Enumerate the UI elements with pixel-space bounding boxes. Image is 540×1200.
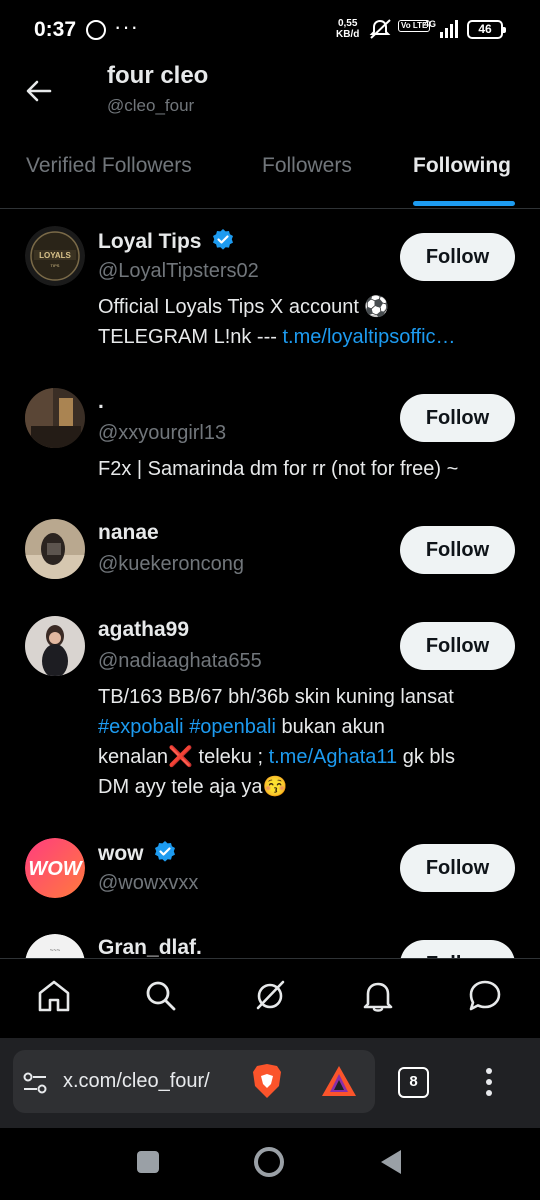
profile-handle: @cleo_four xyxy=(107,96,195,115)
more-notifications-icon: ··· xyxy=(114,14,139,39)
user-name: agatha99 xyxy=(98,618,190,641)
messages-icon[interactable] xyxy=(467,978,503,1014)
avatar[interactable] xyxy=(25,388,85,448)
tab-switcher-button[interactable]: 8 xyxy=(398,1067,429,1098)
back-arrow-icon[interactable] xyxy=(24,76,54,106)
verified-badge-icon xyxy=(213,229,234,250)
mute-icon xyxy=(369,19,391,39)
avatar[interactable] xyxy=(25,519,85,579)
status-time: 0:37 xyxy=(34,18,77,41)
battery-indicator: 46 xyxy=(467,20,506,39)
list-item[interactable]: LOYALS TIPS Loyal Tips @LoyalTipsters02 … xyxy=(0,210,540,370)
svg-text:LOYALS: LOYALS xyxy=(39,251,71,260)
home-button[interactable] xyxy=(254,1147,284,1177)
user-handle[interactable]: @nadiaaghata655 xyxy=(98,650,262,673)
list-item[interactable]: agatha99 @nadiaaghata655 Follow TB/163 B… xyxy=(0,602,540,822)
bio-link[interactable]: t.me/loyaltipsoffic… xyxy=(282,326,455,348)
status-bar: 0:37 ··· 0,55 KB/d Vo LTE 4G 46 xyxy=(0,0,540,58)
recents-button[interactable] xyxy=(137,1151,159,1173)
home-icon[interactable] xyxy=(36,978,72,1014)
list-item[interactable]: . @xxyourgirl13 Follow F2x | Samarinda d… xyxy=(0,372,540,502)
tab-followers[interactable]: Followers xyxy=(262,154,352,178)
back-button[interactable] xyxy=(379,1148,403,1176)
user-bio: TB/163 BB/67 bh/36b skin kuning lansat #… xyxy=(98,686,455,798)
divider xyxy=(0,208,540,209)
svg-text:WOW: WOW xyxy=(28,858,83,880)
hashtag-link[interactable]: #openbali xyxy=(189,716,276,738)
user-handle[interactable]: @xxyourgirl13 xyxy=(98,422,226,445)
profile-name: four cleo xyxy=(107,62,209,89)
url-text[interactable]: x.com/cleo_four/ xyxy=(63,1070,210,1093)
hashtag-link[interactable]: #expobali xyxy=(98,716,184,738)
user-handle[interactable]: @kuekeroncong xyxy=(98,553,244,576)
notifications-bell-icon[interactable] xyxy=(360,978,396,1014)
user-bio: Official Loyals Tips X account ⚽ TELEGRA… xyxy=(98,296,456,348)
net-speed: 0,55 KB/d xyxy=(336,18,360,40)
tab-following[interactable]: Following xyxy=(413,154,511,178)
follow-button[interactable]: Follow xyxy=(400,622,515,670)
follow-button[interactable]: Follow xyxy=(400,233,515,281)
list-item[interactable]: nanae @kuekeroncong Follow xyxy=(0,504,540,604)
follow-button[interactable]: Follow xyxy=(400,844,515,892)
follow-button[interactable]: Follow xyxy=(400,940,515,958)
avatar[interactable]: ~~~ xyxy=(25,934,85,958)
user-handle[interactable]: @LoyalTipsters02 xyxy=(98,260,259,283)
list-item[interactable]: WOW wow @wowxvxx Follow xyxy=(0,822,540,922)
bio-link[interactable]: t.me/Aghata11 xyxy=(269,746,398,768)
avatar[interactable]: LOYALS TIPS xyxy=(25,226,85,286)
follow-button[interactable]: Follow xyxy=(400,394,515,442)
site-settings-icon[interactable] xyxy=(22,1070,48,1096)
user-name: Loyal Tips xyxy=(98,228,235,254)
verified-badge-icon xyxy=(155,841,176,862)
svg-text:TIPS: TIPS xyxy=(51,263,60,268)
user-handle[interactable]: @wowxvxx xyxy=(98,872,198,895)
whatsapp-icon xyxy=(86,20,106,40)
brave-shields-icon[interactable] xyxy=(250,1062,284,1100)
user-name: . xyxy=(98,390,104,413)
svg-text:~~~: ~~~ xyxy=(50,948,61,954)
avatar[interactable] xyxy=(25,616,85,676)
grok-icon[interactable] xyxy=(252,978,288,1014)
active-tab-indicator xyxy=(413,201,515,206)
user-name: Gran_dlaf. xyxy=(98,936,202,958)
avatar[interactable]: WOW xyxy=(25,838,85,898)
search-icon[interactable] xyxy=(143,978,179,1014)
user-bio: F2x | Samarinda dm for rr (not for free)… xyxy=(98,458,459,480)
brave-rewards-icon[interactable] xyxy=(320,1064,358,1098)
list-item[interactable]: ~~~ Gran_dlaf. Follow xyxy=(0,922,540,958)
user-name: wow xyxy=(98,840,177,866)
browser-menu-icon[interactable] xyxy=(479,1066,499,1098)
user-name: nanae xyxy=(98,521,159,544)
follow-button[interactable]: Follow xyxy=(400,526,515,574)
tab-verified-followers[interactable]: Verified Followers xyxy=(26,154,192,178)
signal-icon: 4G xyxy=(424,19,458,38)
svg-text:4G: 4G xyxy=(424,19,436,29)
